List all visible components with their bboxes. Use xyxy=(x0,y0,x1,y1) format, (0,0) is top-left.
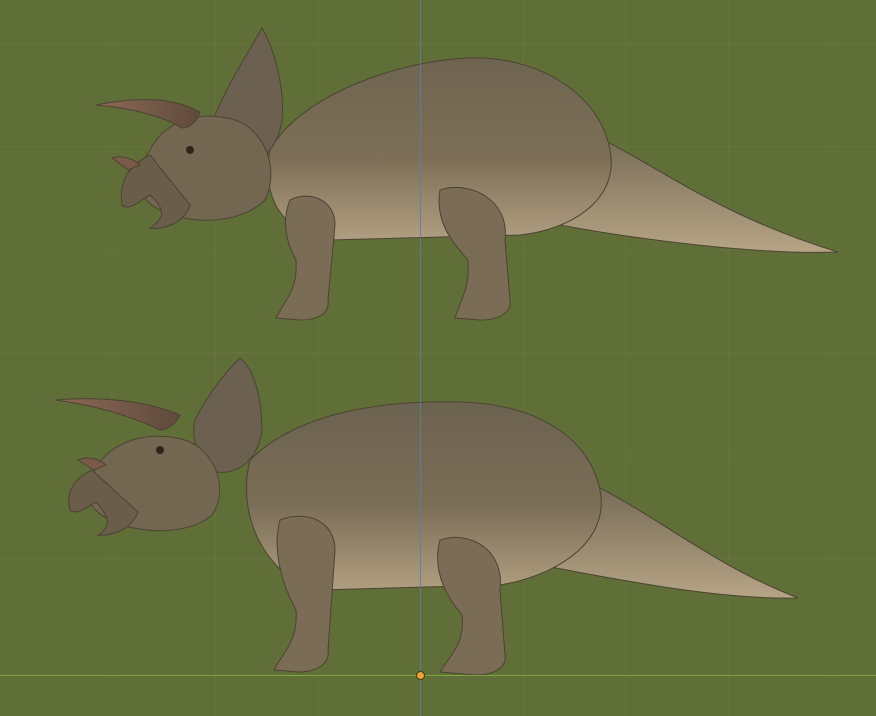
triceratops-lower-model[interactable] xyxy=(0,0,876,716)
origin-point-icon[interactable] xyxy=(417,672,424,679)
z-axis-line xyxy=(420,0,421,716)
y-axis-line xyxy=(0,675,876,676)
3d-viewport[interactable] xyxy=(0,0,876,716)
